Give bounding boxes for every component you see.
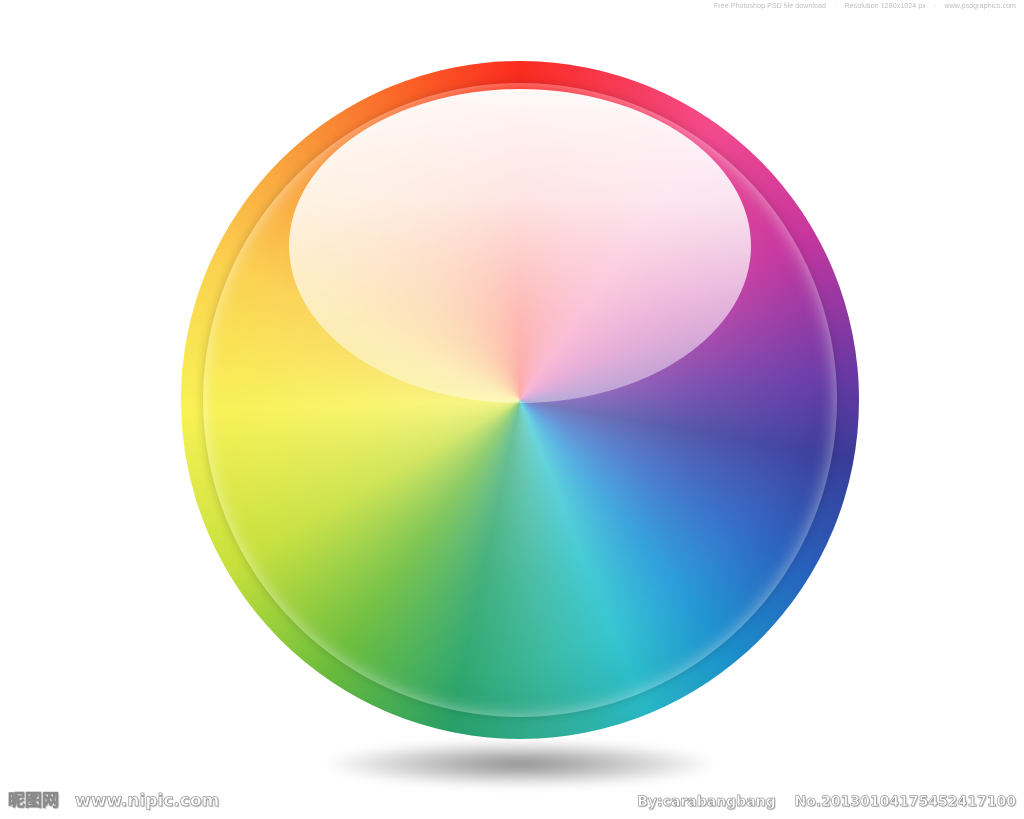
nipic-url: www.nipic.com bbox=[74, 791, 220, 812]
nipic-watermark: 昵图网 www.nipic.com bbox=[8, 786, 220, 812]
watermark-text-1: Free Photoshop PSD file download bbox=[713, 3, 827, 10]
watermark-text-2: Resolution 1280x1024 px bbox=[844, 3, 926, 10]
top-watermark: Free Photoshop PSD file download - Resol… bbox=[714, 3, 1016, 10]
watermark-separator: - bbox=[933, 3, 937, 10]
author-name: By:carabangbang bbox=[637, 794, 776, 811]
rainbow-orb bbox=[181, 61, 859, 739]
orb-shadow bbox=[330, 742, 710, 786]
watermark-text-3: www.psdgraphics.com bbox=[944, 3, 1016, 10]
image-number: No.20130104175452417100 bbox=[794, 794, 1016, 811]
author-watermark: By:carabangbang No.20130104175452417100 bbox=[637, 794, 1016, 811]
nipic-logo-text: 昵图网 bbox=[8, 791, 60, 812]
watermark-separator: - bbox=[834, 3, 837, 10]
orb-gloss-highlight bbox=[289, 89, 751, 403]
